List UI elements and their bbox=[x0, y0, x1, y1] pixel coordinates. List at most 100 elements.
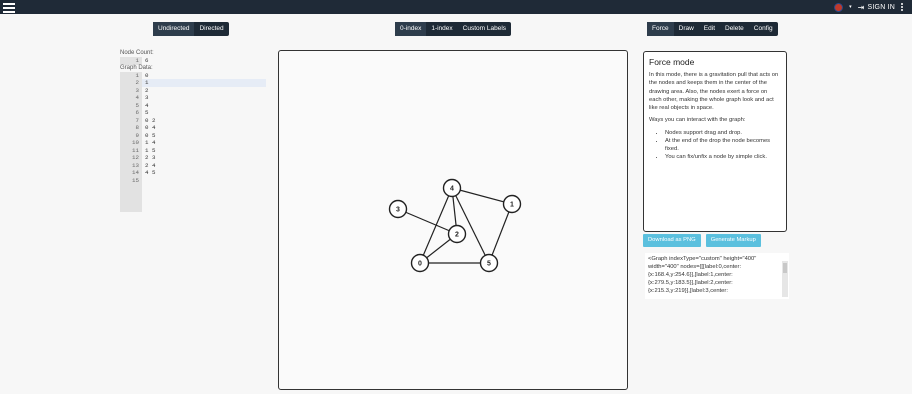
line-text: 4 bbox=[145, 101, 149, 109]
custom-labels-button[interactable]: Custom Labels bbox=[458, 22, 511, 36]
line-text: 0 5 bbox=[145, 131, 156, 139]
markup-line: width="400" nodes={[[label:0,center: bbox=[648, 264, 742, 270]
info-bullet: At the end of the drop the node becomes … bbox=[665, 137, 781, 153]
editor-line[interactable]: 43 bbox=[120, 94, 266, 102]
line-number: 9 bbox=[120, 131, 142, 139]
line-number: 10 bbox=[120, 139, 142, 147]
index-toggle: 0-index 1-index Custom Labels bbox=[395, 22, 512, 36]
line-number: 13 bbox=[120, 161, 142, 169]
line-text: 1 5 bbox=[145, 146, 156, 154]
sign-in-icon: ⇥ bbox=[857, 2, 865, 12]
editor-line[interactable]: 65 bbox=[120, 109, 266, 117]
graph-node[interactable]: 4 bbox=[442, 178, 462, 198]
line-number: 6 bbox=[120, 109, 142, 117]
edit-mode-button[interactable]: Edit bbox=[699, 22, 720, 36]
graph-node[interactable]: 3 bbox=[388, 199, 408, 219]
export-buttons: Download as PNG Generate Markup bbox=[643, 234, 761, 247]
line-text: 1 4 bbox=[145, 139, 156, 146]
markup-line: <Graph indexType="custom" height="400" bbox=[648, 256, 757, 262]
editor-line[interactable]: 15 bbox=[120, 176, 266, 185]
line-number: 14 bbox=[120, 169, 142, 177]
markup-line: {x:168.4,y:254.6}],[label:1,center: bbox=[648, 272, 733, 278]
hamburger-icon[interactable] bbox=[3, 1, 15, 13]
line-number: 4 bbox=[120, 94, 142, 102]
delete-mode-button[interactable]: Delete bbox=[720, 22, 749, 36]
mode-toggle: Force Draw Edit Delete Config bbox=[647, 22, 778, 36]
line-number: 8 bbox=[120, 124, 142, 132]
editor-line[interactable]: 54 bbox=[120, 101, 266, 109]
node-count-editor[interactable]: 1 6 bbox=[120, 57, 266, 65]
editor-line[interactable]: 70 2 bbox=[120, 116, 266, 124]
sign-in-label: SIGN IN bbox=[867, 3, 895, 11]
graph-node[interactable]: 1 bbox=[502, 194, 522, 214]
kebab-menu-icon[interactable] bbox=[901, 3, 904, 11]
graph-svg[interactable]: 0 1 2 3 4 5 bbox=[279, 51, 627, 389]
force-mode-button[interactable]: Force bbox=[647, 22, 674, 36]
editor-line[interactable]: 80 4 bbox=[120, 124, 266, 132]
editor-line[interactable]: 13 2 4 bbox=[120, 161, 266, 169]
direction-toggle: Undirected Directed bbox=[153, 22, 229, 36]
directed-button[interactable]: Directed bbox=[194, 22, 228, 36]
line-text: 4 5 bbox=[145, 169, 156, 176]
mode-info-panel: Force mode In this mode, there is a grav… bbox=[643, 51, 787, 232]
line-text: 0 4 bbox=[145, 124, 156, 131]
editor-line[interactable]: 12 2 3 bbox=[120, 154, 266, 162]
line-text: 5 bbox=[145, 109, 149, 116]
info-paragraph: In this mode, there is a gravitation pul… bbox=[649, 72, 779, 112]
info-bullet: You can fix/unfix a node by simple click… bbox=[665, 153, 781, 161]
sign-in-button[interactable]: ⇥ SIGN IN bbox=[858, 3, 895, 12]
editor-line[interactable]: 11 1 5 bbox=[120, 146, 266, 154]
draw-mode-button[interactable]: Draw bbox=[674, 22, 699, 36]
node-count-label: Node Count: bbox=[120, 50, 154, 56]
graph-edge bbox=[397, 208, 458, 235]
config-mode-button[interactable]: Config bbox=[749, 22, 778, 36]
line-text: 0 bbox=[145, 71, 149, 79]
info-bullets: Nodes support drag and drop. At the end … bbox=[649, 129, 781, 161]
markup-line: {x:215.3,y:219}],[label:3,center: bbox=[648, 288, 728, 294]
undirected-button[interactable]: Undirected bbox=[153, 22, 195, 36]
graph-node-label: 0 bbox=[418, 261, 422, 268]
zero-index-button[interactable]: 0-index bbox=[395, 22, 427, 36]
graph-data-label: Graph Data: bbox=[120, 64, 153, 71]
editor-line[interactable]: 32 bbox=[120, 86, 266, 94]
line-number: 2 bbox=[120, 79, 142, 87]
editor-line[interactable]: 10 1 4 bbox=[120, 139, 266, 147]
editor-line[interactable]: 10 bbox=[120, 71, 266, 79]
graph-edge bbox=[451, 187, 513, 205]
markup-line: {x:279.5,y:183.5}],[label:2,center: bbox=[648, 280, 733, 286]
line-number: 11 bbox=[120, 146, 142, 154]
info-title: Force mode bbox=[649, 57, 695, 67]
editor-line[interactable]: 14 4 5 bbox=[120, 169, 266, 177]
line-text bbox=[142, 177, 266, 185]
line-number: 3 bbox=[120, 86, 142, 94]
editor-gutter-fill bbox=[120, 184, 142, 212]
graph-node-label: 1 bbox=[510, 202, 514, 209]
graph-edge bbox=[488, 203, 513, 264]
line-number: 15 bbox=[120, 176, 142, 184]
top-navbar: ▾ ⇥ SIGN IN bbox=[0, 0, 912, 14]
node-count-value[interactable]: 6 bbox=[142, 57, 266, 65]
editor-line[interactable]: 21 bbox=[120, 79, 266, 87]
editor-line[interactable]: 90 5 bbox=[120, 131, 266, 139]
markup-output-textarea[interactable]: <Graph indexType="custom" height="400" w… bbox=[645, 253, 789, 299]
chevron-down-icon[interactable]: ▾ bbox=[849, 4, 852, 10]
graph-canvas[interactable]: 0 1 2 3 4 5 bbox=[278, 50, 628, 390]
info-bullet: Nodes support drag and drop. bbox=[665, 129, 781, 137]
graph-node[interactable]: 5 bbox=[479, 253, 499, 273]
one-index-button[interactable]: 1-index bbox=[426, 22, 457, 36]
line-text: 0 2 bbox=[145, 116, 156, 124]
download-png-button[interactable]: Download as PNG bbox=[643, 234, 701, 247]
line-text: 1 bbox=[142, 79, 266, 87]
language-flag-icon[interactable] bbox=[834, 2, 844, 12]
line-number: 1 bbox=[120, 71, 142, 79]
graph-node[interactable]: 0 bbox=[410, 253, 430, 273]
graph-node-label: 4 bbox=[450, 186, 454, 193]
scrollbar[interactable] bbox=[782, 261, 788, 297]
line-number: 1 bbox=[120, 57, 142, 65]
graph-node-label: 5 bbox=[487, 261, 491, 268]
graph-node[interactable]: 2 bbox=[447, 224, 467, 244]
graph-data-editor[interactable]: 10213243546570 280 490 5 10 1 4 11 1 5 12 2 31… bbox=[120, 71, 266, 185]
generate-markup-button[interactable]: Generate Markup bbox=[705, 234, 761, 247]
graph-node-label: 3 bbox=[396, 207, 400, 214]
line-text: 2 4 bbox=[145, 161, 156, 169]
